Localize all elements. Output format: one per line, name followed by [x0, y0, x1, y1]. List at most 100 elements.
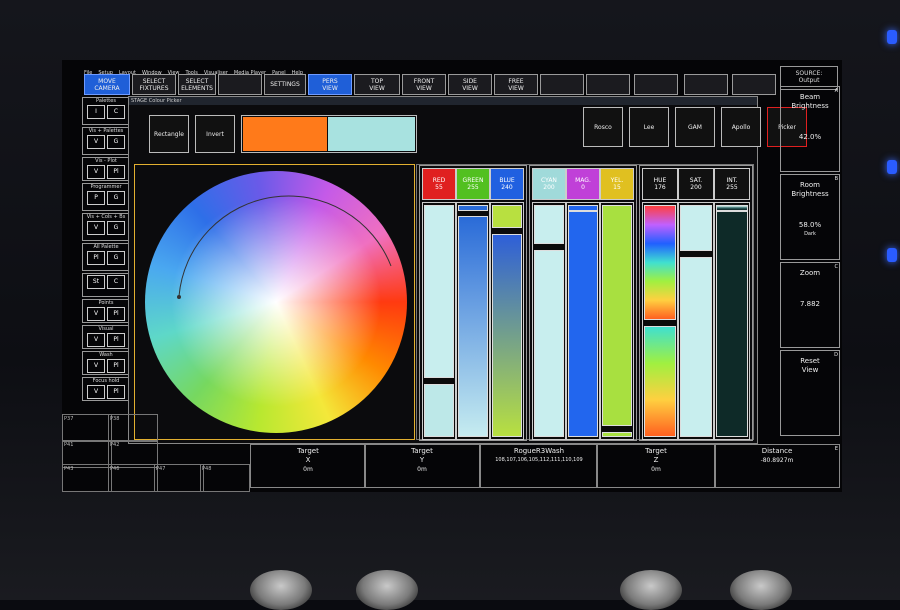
toolbar-empty-slot[interactable] — [540, 74, 584, 95]
palette-cell[interactable]: P46 — [108, 464, 158, 492]
console-knob[interactable] — [250, 570, 312, 610]
brand-button-apollo[interactable]: Apollo — [721, 107, 761, 147]
slider-track[interactable] — [490, 202, 524, 440]
slider-track[interactable] — [456, 202, 490, 440]
target-label: Distance — [761, 447, 793, 455]
right-panel-value: 7.882 — [799, 300, 821, 308]
console-knob[interactable] — [730, 570, 792, 610]
slider-track[interactable] — [642, 202, 678, 440]
group-buttons: V Pl — [83, 333, 129, 347]
group-buttons: V Pl — [83, 307, 129, 321]
left-shortcut-panel: Palettes I C Vis + Palettes V G Vis - Plot V Pl P… — [82, 97, 130, 409]
group-label: Points — [98, 300, 114, 306]
slider-track[interactable] — [600, 202, 634, 440]
group-button[interactable]: Pl — [107, 165, 125, 179]
group-button[interactable]: V — [87, 385, 105, 399]
slider-group: RED 55 GREEN 255 BLUE 240 — [419, 165, 527, 441]
slider-handle[interactable] — [458, 216, 488, 437]
group-buttons: V Pl — [83, 359, 129, 373]
slider-handle[interactable] — [492, 234, 522, 437]
toolbar-button-side[interactable]: SIDE VIEW — [448, 74, 492, 95]
palette-cell[interactable]: P47 — [154, 464, 204, 492]
group-button[interactable]: Pl — [107, 385, 125, 399]
group-button[interactable]: V — [87, 307, 105, 321]
group-button[interactable]: G — [107, 191, 125, 205]
group-button[interactable]: V — [87, 165, 105, 179]
left-panel-group: Focus hold V Pl — [82, 377, 130, 401]
rectangle-button[interactable]: Rectangle — [149, 115, 189, 153]
console-knob[interactable] — [620, 570, 682, 610]
toolbar-button-move[interactable]: MOVE CAMERA — [84, 74, 130, 95]
toolbar-button-top[interactable]: TOP VIEW — [354, 74, 400, 95]
left-panel-group: Palettes I C — [82, 97, 130, 125]
target-value: -80.8927m — [760, 457, 794, 464]
left-panel-group: Programmer P G — [82, 183, 130, 211]
toolbar-empty-slot[interactable] — [732, 74, 776, 95]
right-panel-title: Beam Brightness — [791, 93, 829, 110]
toolbar-empty-slot[interactable] — [634, 74, 678, 95]
group-button[interactable]: C — [107, 275, 125, 289]
group-button[interactable]: V — [87, 333, 105, 347]
right-panel-cell[interactable]: Room Brightness 58.0% Dark B — [780, 174, 840, 260]
slider-track[interactable] — [532, 202, 566, 440]
group-button[interactable]: G — [107, 221, 125, 235]
slider-value: 255 — [726, 184, 738, 191]
group-button[interactable]: Pl — [107, 307, 125, 321]
toolbar-empty-slot[interactable] — [586, 74, 630, 95]
palette-cell[interactable]: P38 — [108, 414, 158, 442]
target-cell[interactable]: RogueR3Wash 108,107,106,105,112,111,110,1… — [480, 444, 598, 488]
right-panel-cell[interactable]: Zoom 7.882 C — [780, 262, 840, 348]
slider-segment-upper — [424, 205, 454, 378]
target-cell[interactable]: Target X 0m — [250, 444, 366, 488]
group-button[interactable]: V — [87, 221, 105, 235]
toolbar-button-selel[interactable]: SELECT ELEMENTS — [178, 74, 216, 95]
slider-segment-upper — [492, 205, 522, 228]
group-button[interactable]: Pl — [107, 333, 125, 347]
picker-title: STAGE Colour Picker — [129, 97, 757, 105]
console-knob[interactable] — [356, 570, 418, 610]
group-button[interactable]: Pl — [87, 251, 105, 265]
brand-button-lee[interactable]: Lee — [629, 107, 669, 147]
group-button[interactable]: St — [87, 275, 105, 289]
palette-cell[interactable]: P43 — [62, 464, 112, 492]
slider-track[interactable] — [566, 202, 600, 440]
target-label: Target Z — [645, 447, 667, 464]
toolbar-button-blank1[interactable] — [218, 74, 262, 95]
target-cell[interactable]: Distance -80.8927m E — [714, 444, 840, 488]
slider-track[interactable] — [714, 202, 750, 440]
indicator-light — [887, 160, 897, 174]
brand-button-gam[interactable]: GAM — [675, 107, 715, 147]
group-label: All Palette — [93, 244, 119, 250]
toolbar-button-selfix[interactable]: SELECT FIXTURES — [132, 74, 176, 95]
target-label: Target X — [297, 447, 319, 464]
toolbar-button-pers[interactable]: PERS VIEW — [308, 74, 352, 95]
slider-handle[interactable] — [534, 250, 564, 437]
target-cell[interactable]: Target Z 0m — [596, 444, 716, 488]
group-button[interactable]: G — [107, 251, 125, 265]
toolbar-empty-slot[interactable] — [684, 74, 728, 95]
slider-track[interactable] — [678, 202, 714, 440]
group-button[interactable]: V — [87, 135, 105, 149]
group-button[interactable]: V — [87, 359, 105, 373]
slider-handle[interactable] — [568, 211, 598, 437]
slider-segment-upper — [644, 205, 676, 320]
palette-cell[interactable]: P48 — [200, 464, 250, 492]
slider-handle[interactable] — [716, 211, 748, 437]
brand-button-rosco[interactable]: Rosco — [583, 107, 623, 147]
cell-tag: A — [834, 88, 838, 94]
slider-value: 200 — [543, 184, 555, 191]
toolbar-button-front[interactable]: FRONT VIEW — [402, 74, 446, 95]
target-cell[interactable]: Target Y 0m — [364, 444, 480, 488]
slider-segment-upper — [534, 205, 564, 244]
right-panel-cell[interactable]: Beam Brightness 42.0% A — [780, 86, 840, 172]
palette-cell[interactable]: P37 — [62, 414, 112, 442]
toolbar-button-settings[interactable]: SETTINGS — [264, 74, 306, 95]
group-button[interactable]: Pl — [107, 359, 125, 373]
toolbar-button-free[interactable]: FREE VIEW — [494, 74, 538, 95]
group-button[interactable]: C — [107, 105, 125, 119]
group-button[interactable]: G — [107, 135, 125, 149]
group-button[interactable]: P — [87, 191, 105, 205]
slider-track[interactable] — [422, 202, 456, 440]
invert-button[interactable]: Invert — [195, 115, 235, 153]
group-button[interactable]: I — [87, 105, 105, 119]
